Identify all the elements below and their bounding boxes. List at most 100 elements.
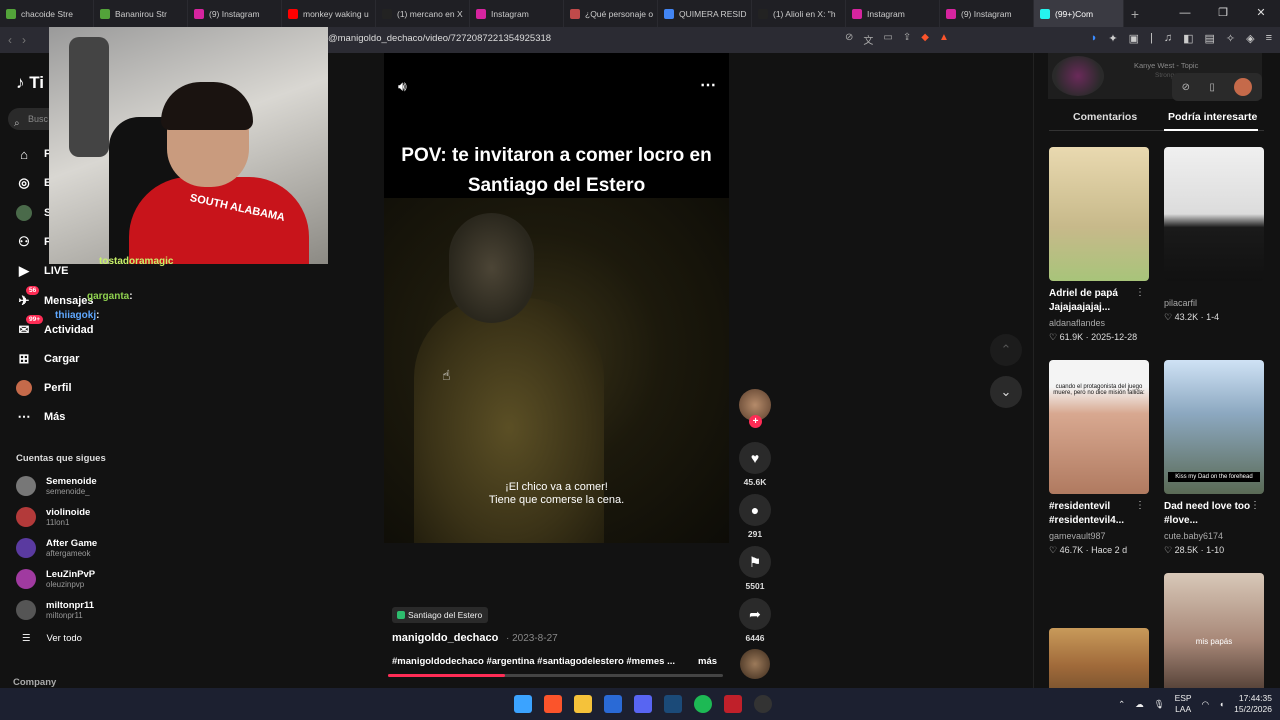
browser-tab[interactable]: (9) Instagram <box>940 0 1034 27</box>
sidebar-item-s[interactable]: S <box>16 205 51 221</box>
brave-icon[interactable] <box>544 695 562 713</box>
more-caption-button[interactable]: más <box>698 656 717 667</box>
vpn-icon[interactable]: ◈ <box>1246 32 1254 45</box>
minimize-icon[interactable]: — <box>1166 0 1204 27</box>
spotify-icon[interactable] <box>694 695 712 713</box>
recommended-card[interactable]: cuando el protagonista del juego muere, … <box>1049 360 1149 556</box>
menu-icon[interactable]: ≡ <box>1266 32 1272 45</box>
volume-tray-icon[interactable]: ◖ <box>1219 699 1224 709</box>
location-chip[interactable]: Santiago del Estero <box>392 607 489 623</box>
tab-recommended[interactable]: Podría interesarte <box>1168 111 1257 123</box>
following-item[interactable]: After Game aftergameok <box>16 538 97 558</box>
follow-plus-icon[interactable]: + <box>749 415 762 428</box>
translate-icon[interactable]: 文 <box>863 32 873 47</box>
sidebar-item-e[interactable]: ◎ E <box>16 175 51 191</box>
music-icon[interactable]: ♫ <box>1164 32 1172 45</box>
pip-icon[interactable]: ▣ <box>1129 32 1139 45</box>
video-thumbnail[interactable]: Kiss my Dad on the forehead <box>1164 360 1264 494</box>
card-options-icon[interactable]: ⋮ <box>1135 500 1145 511</box>
sidebar-item-actividad[interactable]: ✉ 99+ Actividad <box>16 315 94 338</box>
browser-tab[interactable]: (1) Alioli en X: "h <box>752 0 846 27</box>
sidebar-icon[interactable]: ◧ <box>1183 32 1193 45</box>
reader-icon[interactable]: ⊘ <box>845 32 853 47</box>
sidebar-item-perfil[interactable]: Perfil <box>16 380 72 396</box>
share-button[interactable]: ➦ 6446 <box>739 598 771 643</box>
browser-tab[interactable]: Instagram <box>846 0 940 27</box>
brave-shield-icon[interactable]: ◆ <box>921 32 929 47</box>
clock[interactable]: 17:44:35 15/2/2026 <box>1234 693 1272 715</box>
video-thumbnail[interactable] <box>1164 147 1264 281</box>
leo-icon[interactable]: ✧ <box>1226 32 1235 45</box>
screenshot-icon[interactable]: ▭ <box>883 32 892 47</box>
recommended-card[interactable]: pilacarfil ♡ 43.2K · 1-4 <box>1164 147 1264 323</box>
back-icon[interactable]: ‹ <box>8 33 12 47</box>
close-window-icon[interactable]: ✕ <box>1242 0 1280 27</box>
user-avatar[interactable] <box>1234 78 1253 96</box>
comment-button[interactable]: ● 291 <box>739 494 771 539</box>
browser-tab[interactable]: monkey waking u <box>282 0 376 27</box>
steam-icon[interactable] <box>664 695 682 713</box>
browser-tab[interactable]: chacoide Stre <box>0 0 94 27</box>
sidebar-item-más[interactable]: ⋯ Más <box>16 409 66 425</box>
compass-icon[interactable]: ⊘ <box>1182 82 1190 93</box>
following-item[interactable]: Semenoide semenoide_ <box>16 476 97 496</box>
video-hashtags[interactable]: #manigoldodechaco #argentina #santiagode… <box>392 656 675 667</box>
following-item[interactable]: violinoide 11lon1 <box>16 507 90 527</box>
new-tab-icon[interactable]: + <box>1124 6 1146 22</box>
browser-tab[interactable]: QUIMERA RESID <box>658 0 752 27</box>
browser-tab[interactable]: (99+)Com <box>1034 0 1124 27</box>
browser-tab[interactable]: (1) mercano en X <box>376 0 470 27</box>
brave-rewards-icon[interactable]: ▲ <box>939 32 949 47</box>
extensions-icon[interactable]: ✦ <box>1108 32 1117 45</box>
sidebar-item-f[interactable]: ⚇ F <box>16 234 51 250</box>
browser-tab[interactable]: (9) Instagram <box>188 0 282 27</box>
card-options-icon[interactable]: ⋮ <box>1250 500 1260 511</box>
bing-icon[interactable] <box>604 695 622 713</box>
sidebar-item-live[interactable]: ▶ LIVE <box>16 263 68 279</box>
card-options-icon[interactable]: ⋮ <box>1135 287 1145 298</box>
recommended-card[interactable] <box>1049 573 1149 704</box>
following-item[interactable]: miltonpr11 miltonpr11 <box>16 600 94 620</box>
share-icon[interactable]: ⇪ <box>903 32 911 47</box>
video-progress-bar[interactable] <box>388 674 723 677</box>
browser-tab[interactable]: Instagram <box>470 0 564 27</box>
previous-video-button[interactable]: ⌃ <box>990 334 1022 366</box>
cloud-icon[interactable]: ☁ <box>1135 699 1144 710</box>
phone-icon[interactable]: ▯ <box>1209 82 1215 93</box>
browser-tab[interactable]: ¿Qué personaje o <box>564 0 658 27</box>
video-thumbnail[interactable] <box>1049 147 1149 281</box>
save-button[interactable]: ⚑ 5501 <box>739 546 771 591</box>
tray-chevron-icon[interactable]: ⌃ <box>1118 699 1125 710</box>
forward-icon[interactable]: › <box>22 33 26 47</box>
wallet-icon[interactable]: ▤ <box>1204 32 1214 45</box>
obs-icon[interactable] <box>754 695 772 713</box>
mic-icon[interactable]: 🎙︎ <box>1154 699 1165 710</box>
maximize-icon[interactable]: ❐ <box>1204 0 1242 27</box>
tab-comments[interactable]: Comentarios <box>1073 111 1137 123</box>
more-options-icon[interactable]: ⋯ <box>700 75 717 95</box>
video-thumbnail[interactable]: cuando el protagonista del juego muere, … <box>1049 360 1149 494</box>
volume-icon[interactable]: 🔊︎ <box>398 78 407 95</box>
netflix-icon[interactable] <box>724 695 742 713</box>
recommended-card[interactable]: mis papás <box>1164 573 1264 707</box>
tiktok-logo[interactable]: ♪ Ti <box>16 73 44 93</box>
language-indicator[interactable]: ESP LAA <box>1175 693 1192 715</box>
video-thumbnail[interactable]: mis papás <box>1164 573 1264 707</box>
browser-tab[interactable]: Bananirou Str <box>94 0 188 27</box>
sidebar-item-p[interactable]: ⌂ P <box>16 146 51 162</box>
url-field[interactable]: @manigoldo_dechaco/video/727208722135492… <box>328 33 551 44</box>
recommended-card[interactable]: Kiss my Dad on the forehead Dad need love… <box>1164 360 1264 556</box>
audio-icon[interactable]: ◗ <box>1091 32 1098 45</box>
windows-start-icon[interactable] <box>514 695 532 713</box>
sidebar-item-mensajes[interactable]: ✈ 56 Mensajes <box>16 286 94 309</box>
next-video-button[interactable]: ⌄ <box>990 376 1022 408</box>
see-all-button[interactable]: ☰ Ver todo <box>22 633 82 644</box>
recommended-card[interactable]: Adriel de papá Jajajaajajaj... ⋮ aldanafla… <box>1049 147 1149 343</box>
sidebar-item-cargar[interactable]: ⊞ Cargar <box>16 351 80 367</box>
video-player[interactable]: POV: te invitaron a comer locro en Santi… <box>384 53 729 543</box>
wifi-icon[interactable]: ◠ <box>1202 699 1209 710</box>
sound-disc[interactable] <box>740 649 770 679</box>
discord-icon[interactable] <box>634 695 652 713</box>
company-link[interactable]: Company <box>13 677 56 688</box>
video-author[interactable]: manigoldo_dechaco <box>392 632 498 644</box>
